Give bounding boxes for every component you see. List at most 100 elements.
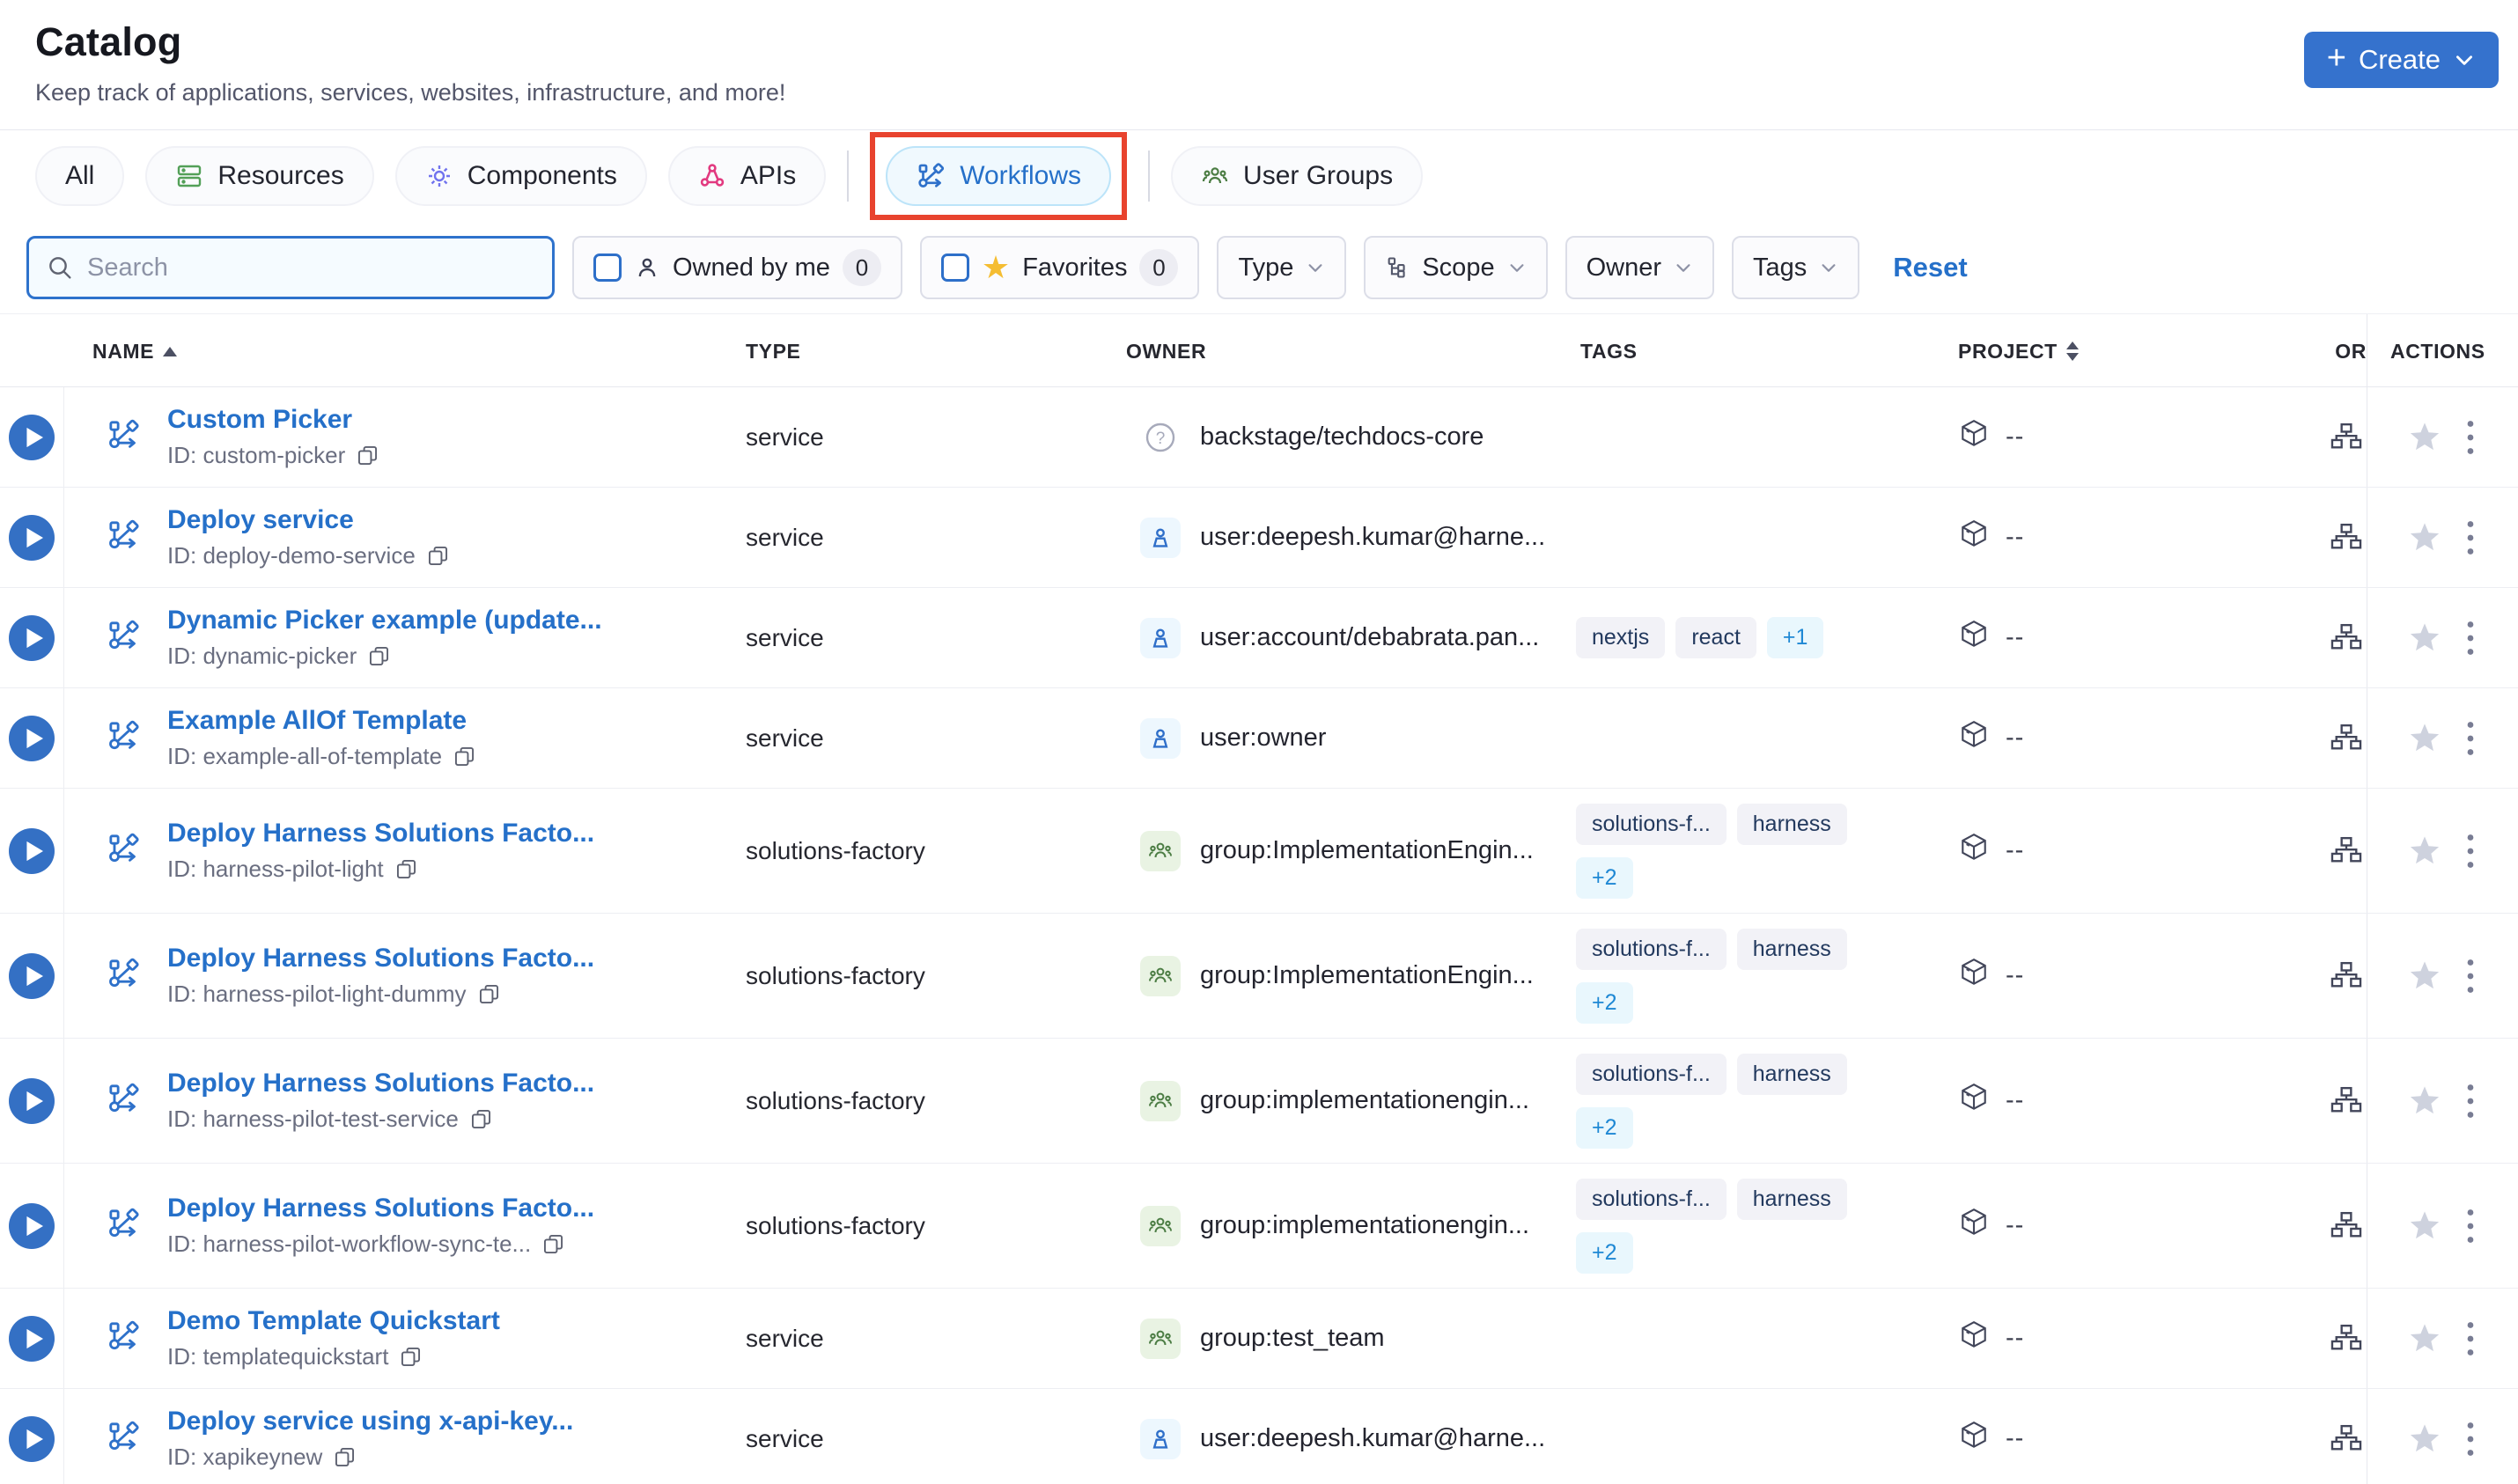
sitemap-icon[interactable] xyxy=(2330,1322,2363,1355)
run-workflow-button[interactable] xyxy=(9,514,55,561)
tab-apis[interactable]: APIs xyxy=(667,146,827,206)
copy-icon[interactable] xyxy=(469,1107,493,1131)
sitemap-icon[interactable] xyxy=(2330,621,2363,655)
owned-by-me-filter[interactable]: Owned by me 0 xyxy=(572,236,902,299)
column-header-project[interactable]: PROJECT xyxy=(1950,340,2258,364)
copy-icon[interactable] xyxy=(367,644,391,668)
run-workflow-button[interactable] xyxy=(9,1415,55,1462)
favorite-toggle-icon[interactable] xyxy=(2406,1208,2443,1245)
unknown-owner-icon: ? xyxy=(1140,417,1181,458)
row-name-link[interactable]: Dynamic Picker example (update... xyxy=(167,606,602,635)
tab-workflows[interactable]: Workflows xyxy=(886,146,1112,206)
kebab-menu-icon[interactable] xyxy=(2464,832,2477,871)
play-icon xyxy=(26,728,43,748)
tab-user-groups[interactable]: User Groups xyxy=(1171,146,1424,206)
favorite-toggle-icon[interactable] xyxy=(2406,620,2443,657)
sitemap-icon[interactable] xyxy=(2330,1422,2363,1456)
run-workflow-button[interactable] xyxy=(9,715,55,761)
favorite-toggle-icon[interactable] xyxy=(2406,519,2443,556)
reset-filters-link[interactable]: Reset xyxy=(1893,252,1967,283)
table-row: Example AllOf Template ID: example-all-o… xyxy=(0,688,2518,789)
kebab-menu-icon[interactable] xyxy=(2464,1319,2477,1358)
tab-resources[interactable]: Resources xyxy=(145,146,374,206)
tab-components-label: Components xyxy=(467,161,617,190)
row-owner: group:ImplementationEngin... xyxy=(1200,961,1534,989)
type-dropdown[interactable]: Type xyxy=(1217,236,1347,299)
sitemap-icon[interactable] xyxy=(2330,1084,2363,1118)
copy-icon[interactable] xyxy=(394,857,418,881)
sitemap-icon[interactable] xyxy=(2330,959,2363,993)
row-name-link[interactable]: Deploy service using x-api-key... xyxy=(167,1407,573,1436)
kebab-menu-icon[interactable] xyxy=(2464,1082,2477,1120)
run-workflow-button[interactable] xyxy=(9,952,55,999)
gear-icon xyxy=(425,162,453,190)
row-name-link[interactable]: Example AllOf Template xyxy=(167,706,476,736)
sitemap-icon[interactable] xyxy=(2330,834,2363,868)
tags-dropdown[interactable]: Tags xyxy=(1732,236,1860,299)
user-groups-icon xyxy=(1201,162,1229,190)
run-workflow-button[interactable] xyxy=(9,1077,55,1124)
copy-icon[interactable] xyxy=(453,745,476,768)
sitemap-icon[interactable] xyxy=(2330,1209,2363,1243)
sitemap-icon[interactable] xyxy=(2330,722,2363,755)
row-name-link[interactable]: Demo Template Quickstart xyxy=(167,1306,500,1336)
package-icon xyxy=(1958,719,1990,758)
create-button[interactable]: + Create xyxy=(2303,32,2499,88)
search-input[interactable] xyxy=(26,236,555,299)
copy-icon[interactable] xyxy=(399,1345,423,1369)
kebab-menu-icon[interactable] xyxy=(2464,719,2477,758)
favorite-toggle-icon[interactable] xyxy=(2406,833,2443,870)
copy-icon[interactable] xyxy=(356,444,379,467)
chevron-down-icon xyxy=(1819,258,1838,277)
sitemap-icon[interactable] xyxy=(2330,521,2363,555)
copy-icon[interactable] xyxy=(477,982,501,1006)
favorite-toggle-icon[interactable] xyxy=(2406,1083,2443,1120)
row-name-link[interactable]: Deploy service xyxy=(167,505,450,535)
row-project: -- xyxy=(2006,623,2025,651)
play-icon xyxy=(26,427,43,447)
tab-components[interactable]: Components xyxy=(394,146,647,206)
column-header-name[interactable]: NAME xyxy=(64,340,720,364)
kebab-menu-icon[interactable] xyxy=(2464,418,2477,457)
kebab-menu-icon[interactable] xyxy=(2464,619,2477,658)
scope-dropdown[interactable]: Scope xyxy=(1364,236,1548,299)
run-workflow-button[interactable] xyxy=(9,1315,55,1362)
run-workflow-button[interactable] xyxy=(9,414,55,460)
run-workflow-button[interactable] xyxy=(9,614,55,661)
kebab-menu-icon[interactable] xyxy=(2464,518,2477,557)
owned-by-me-checkbox[interactable] xyxy=(593,253,622,282)
favorite-toggle-icon[interactable] xyxy=(2406,1320,2443,1357)
kebab-menu-icon[interactable] xyxy=(2464,957,2477,995)
run-workflow-button[interactable] xyxy=(9,1202,55,1249)
favorite-toggle-icon[interactable] xyxy=(2406,958,2443,995)
workflow-icon xyxy=(106,831,141,871)
row-name-link[interactable]: Deploy Harness Solutions Facto... xyxy=(167,944,594,973)
copy-icon[interactable] xyxy=(426,544,450,568)
owner-dropdown[interactable]: Owner xyxy=(1565,236,1714,299)
row-name-link[interactable]: Deploy Harness Solutions Facto... xyxy=(167,1194,594,1223)
kebab-menu-icon[interactable] xyxy=(2464,1207,2477,1245)
kebab-menu-icon[interactable] xyxy=(2464,1420,2477,1458)
tab-all[interactable]: All xyxy=(35,146,125,206)
group-icon xyxy=(1140,1205,1181,1246)
favorites-filter[interactable]: ★ Favorites 0 xyxy=(919,236,1200,299)
row-tags xyxy=(1576,387,1950,487)
copy-icon[interactable] xyxy=(333,1445,357,1469)
sitemap-icon[interactable] xyxy=(2330,421,2363,454)
favorites-checkbox[interactable] xyxy=(940,253,969,282)
favorite-toggle-icon[interactable] xyxy=(2406,419,2443,456)
tag-badge: react xyxy=(1675,617,1756,658)
run-workflow-button[interactable] xyxy=(9,827,55,874)
favorite-toggle-icon[interactable] xyxy=(2406,1421,2443,1458)
tab-resources-label: Resources xyxy=(217,161,344,190)
copy-icon[interactable] xyxy=(541,1232,565,1256)
row-tags xyxy=(1576,688,1950,788)
favorite-star-icon: ★ xyxy=(981,249,1011,285)
play-icon xyxy=(26,1216,43,1236)
favorite-toggle-icon[interactable] xyxy=(2406,720,2443,757)
row-name-link[interactable]: Deploy Harness Solutions Facto... xyxy=(167,819,594,849)
row-name-link[interactable]: Deploy Harness Solutions Facto... xyxy=(167,1069,594,1098)
row-name-link[interactable]: Custom Picker xyxy=(167,405,379,435)
catalog-kind-tabs: All Resources Components APIs Workflows … xyxy=(0,130,2518,222)
row-owner: user:deepesh.kumar@harne... xyxy=(1200,523,1546,551)
